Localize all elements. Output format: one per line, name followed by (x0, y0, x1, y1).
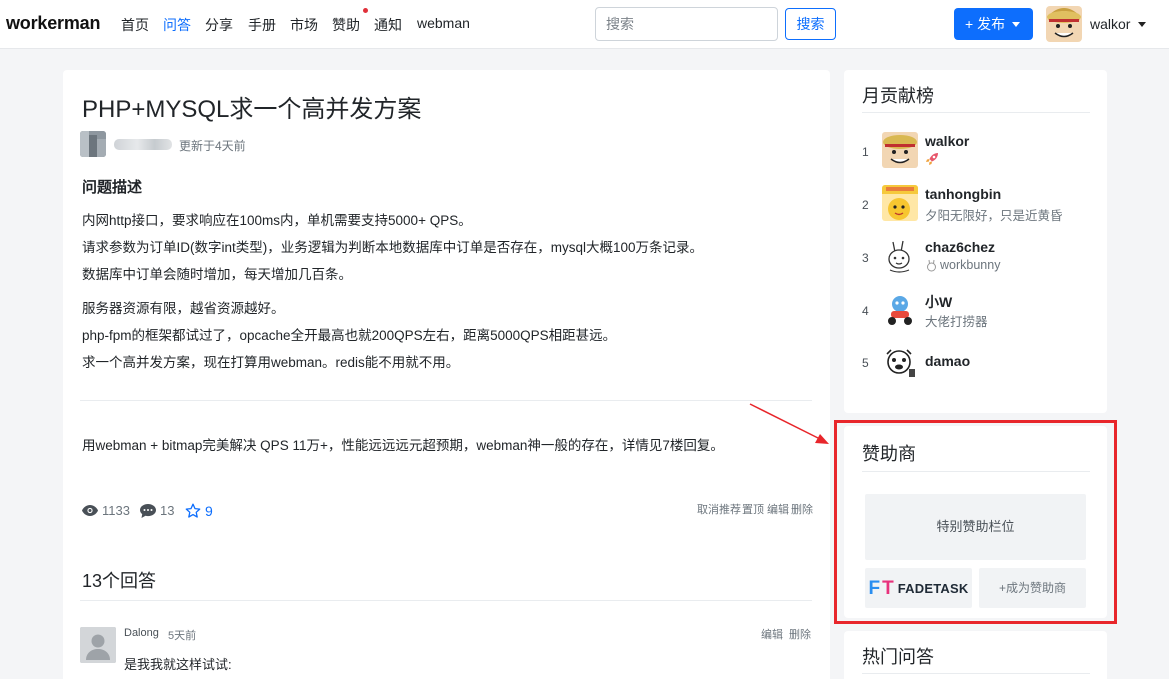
description-line-3: 数据库中订单会随时增加，每天增加几百条。 (82, 267, 352, 282)
comment-count[interactable]: 13 (140, 503, 174, 518)
contributor-avatar[interactable] (882, 132, 918, 168)
search-button[interactable]: 搜索 (785, 8, 836, 40)
user-name[interactable]: walkor (1090, 16, 1130, 32)
view-count: 1133 (82, 503, 130, 518)
solution-note: 用webman + bitmap完美解决 QPS 11万+，性能远远远元超预期，… (82, 438, 724, 453)
rank-number: 3 (862, 251, 869, 265)
contributor-avatar[interactable] (882, 238, 918, 274)
contributor-name[interactable]: damao (925, 353, 970, 369)
nav-webman[interactable]: webman (417, 15, 470, 31)
search-input[interactable] (595, 7, 778, 41)
star-count[interactable]: 9 (185, 503, 213, 519)
description-line-5: php-fpm的框架都试过了，opcache全开最高也就200QPS左右，距离5… (82, 328, 617, 343)
divider (80, 400, 812, 401)
description-line-1: 内网http接口，要求响应在100ms内，单机需要支持5000+ QPS。 (82, 213, 472, 228)
answer-avatar[interactable] (80, 627, 116, 663)
divider (80, 600, 812, 601)
monthly-ranking-card: 月贡献榜 1 walkor 2 tanhongbin 夕阳无限好，只是近黄昏 3… (844, 70, 1107, 413)
notification-dot (363, 8, 368, 13)
highlight-box (834, 420, 1117, 624)
hot-questions-title: 热门问答 (862, 647, 934, 667)
nav-share[interactable]: 分享 (205, 15, 233, 35)
question-title: PHP+MYSQL求一个高并发方案 (82, 96, 422, 123)
contributor-signature-row: workbunny (925, 258, 1000, 272)
unrecommend-link[interactable]: 取消推荐 (697, 501, 741, 517)
nav-home[interactable]: 首页 (121, 15, 149, 35)
contributor-avatar[interactable] (882, 291, 918, 327)
view-count-value: 1133 (102, 503, 130, 518)
contributor-signature: 夕阳无限好，只是近黄昏 (925, 209, 1063, 223)
question-card: PHP+MYSQL求一个高并发方案 更新于4天前 问题描述 内网http接口，要… (63, 70, 830, 679)
updated-time: 更新于4天前 (179, 139, 246, 153)
nav-manual[interactable]: 手册 (248, 15, 276, 35)
monthly-ranking-title: 月贡献榜 (862, 86, 934, 106)
answers-heading: 13个回答 (82, 571, 157, 591)
bunny-icon (927, 259, 936, 271)
chevron-down-icon (1012, 22, 1021, 27)
user-avatar[interactable] (1046, 6, 1082, 42)
rank-number: 2 (862, 198, 869, 212)
contributor-name[interactable]: chaz6chez (925, 239, 995, 255)
contributor-signature: 大佬打捞器 (925, 315, 988, 329)
edit-link[interactable]: 编辑 (767, 501, 789, 517)
answer-edit-link[interactable]: 编辑 (761, 626, 783, 642)
description-line-6: 求一个高并发方案，现在打算用webman。redis能不用就不用。 (82, 355, 460, 370)
answer-delete-link[interactable]: 删除 (789, 626, 811, 642)
contributor-avatar[interactable] (882, 344, 918, 380)
pin-link[interactable]: 置顶 (742, 501, 764, 517)
delete-link[interactable]: 删除 (791, 501, 813, 517)
star-count-value: 9 (205, 503, 213, 519)
publish-button[interactable]: + 发布 (954, 8, 1033, 40)
section-heading: 问题描述 (82, 179, 143, 196)
description-line-2: 请求参数为订单ID(数字int类型)，业务逻辑为判断本地数据库中订单是否存在，m… (82, 240, 704, 255)
contributor-name[interactable]: tanhongbin (925, 186, 1001, 202)
comment-icon (140, 503, 156, 518)
author-avatar[interactable] (80, 131, 106, 157)
answer-time: 5天前 (168, 630, 197, 642)
comment-count-value: 13 (160, 503, 175, 518)
answer-author[interactable]: Dalong (124, 627, 159, 639)
contributor-signature: workbunny (940, 258, 1001, 272)
brand-logo[interactable]: workerman (6, 13, 100, 34)
rank-number: 5 (862, 356, 869, 370)
rank-number: 4 (862, 304, 869, 318)
top-navbar: workerman 首页 问答 分享 手册 市场 赞助 通知 webman 搜索… (0, 0, 1169, 49)
divider (862, 112, 1090, 113)
rank-number: 1 (862, 145, 869, 159)
nav-questions[interactable]: 问答 (163, 15, 191, 35)
hot-questions-card: 热门问答 (844, 631, 1107, 679)
eye-icon (82, 505, 98, 516)
star-icon (185, 503, 201, 518)
answer-text: 是我我就这样试试: (124, 657, 232, 672)
rocket-icon (925, 152, 939, 169)
nav-market[interactable]: 市场 (290, 15, 318, 35)
author-name-blurred[interactable] (114, 139, 172, 150)
nav-sponsor[interactable]: 赞助 (332, 15, 360, 35)
user-menu-chevron-icon[interactable] (1138, 22, 1146, 27)
contributor-avatar[interactable] (882, 185, 918, 221)
description-line-4: 服务器资源有限，越省资源越好。 (82, 301, 285, 316)
contributor-name[interactable]: walkor (925, 133, 969, 149)
contributor-name[interactable]: 小W (925, 292, 952, 312)
publish-button-label: + 发布 (965, 16, 1006, 32)
divider (862, 673, 1090, 674)
nav-notifications[interactable]: 通知 (374, 15, 402, 35)
